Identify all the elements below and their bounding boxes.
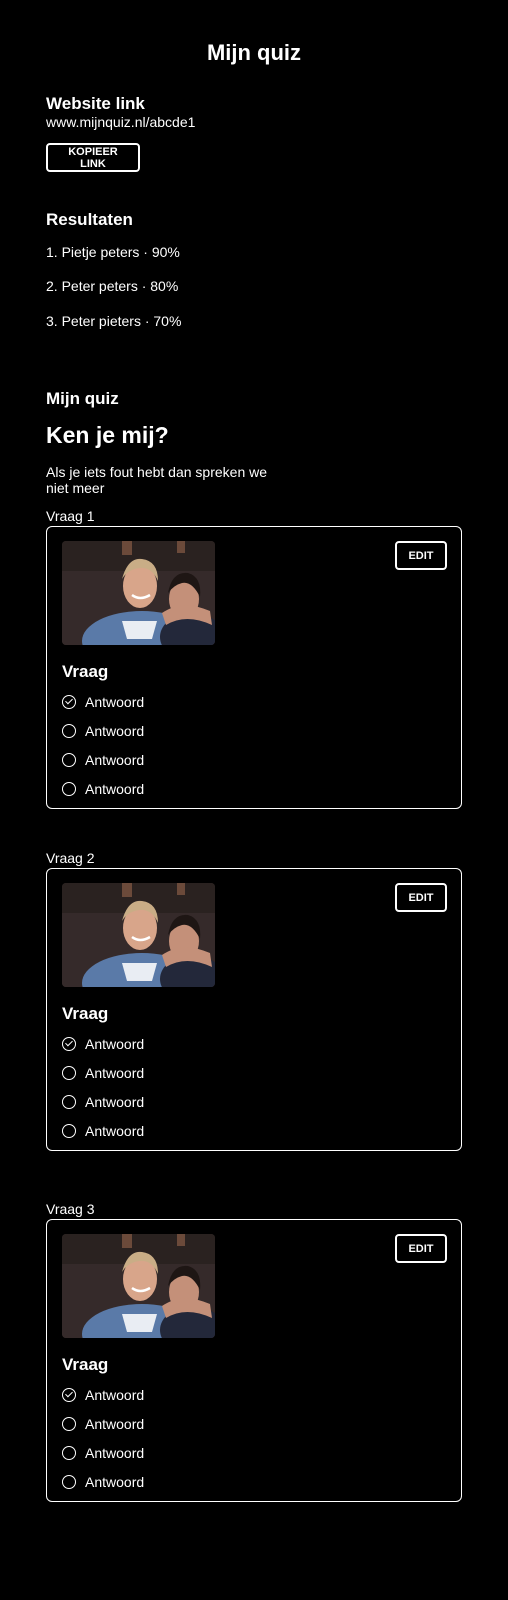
quiz-description: Als je iets fout hebt dan spreken we nie…: [46, 464, 268, 496]
answer-list: Antwoord Antwoord Antwoord Antwoord: [62, 1380, 144, 1496]
page-title: Mijn quiz: [206, 40, 302, 65]
question-label: Vraag 3: [46, 1201, 95, 1217]
results-heading: Resultaten: [46, 210, 133, 229]
answer-text: Antwoord: [85, 1093, 145, 1110]
answer-option[interactable]: Antwoord: [62, 687, 144, 716]
question-photo: [62, 541, 215, 645]
check-circle-icon[interactable]: [62, 1387, 76, 1402]
radio-circle-icon[interactable]: [62, 723, 76, 738]
radio-circle-icon[interactable]: [62, 1416, 76, 1431]
radio-circle-icon[interactable]: [62, 1123, 76, 1138]
answer-option[interactable]: Antwoord: [62, 716, 144, 745]
answer-option[interactable]: Antwoord: [62, 1380, 144, 1409]
answer-option[interactable]: Antwoord: [62, 1087, 144, 1116]
answer-option[interactable]: Antwoord: [62, 1438, 144, 1467]
question-card: EDIT Vraag Antwoord Antwoord Antwoord Antwoor…: [46, 868, 462, 1151]
question-photo-graphic: [62, 883, 215, 987]
my-quiz-heading: Mijn quiz: [46, 389, 119, 408]
result-item: 3. Peter pieters · 70%: [46, 313, 182, 329]
radio-circle-icon[interactable]: [62, 1094, 76, 1109]
radio-circle-icon[interactable]: [62, 781, 76, 796]
radio-circle-icon[interactable]: [62, 1445, 76, 1460]
edit-question-button[interactable]: EDIT: [395, 1234, 447, 1263]
answer-list: Antwoord Antwoord Antwoord Antwoord: [62, 1029, 144, 1145]
question-photo: [62, 883, 215, 987]
check-circle-icon[interactable]: [62, 694, 76, 709]
result-item: 1. Pietje peters · 90%: [46, 244, 180, 260]
quiz-title: Ken je mij?: [46, 422, 169, 448]
answer-list: Antwoord Antwoord Antwoord Antwoord: [62, 687, 144, 803]
answer-text: Antwoord: [85, 1064, 145, 1081]
question-label: Vraag 1: [46, 508, 95, 524]
question-label: Vraag 2: [46, 850, 95, 866]
answer-text: Antwoord: [85, 751, 145, 768]
answer-text: Antwoord: [85, 1415, 145, 1432]
question-title: Vraag: [62, 1355, 109, 1374]
question-title: Vraag: [62, 1004, 109, 1023]
result-item: 2. Peter peters · 80%: [46, 278, 179, 294]
answer-text: Antwoord: [85, 722, 145, 739]
edit-question-button[interactable]: EDIT: [395, 883, 447, 912]
website-url: www.mijnquiz.nl/abcde1: [46, 114, 196, 130]
question-photo-graphic: [62, 1234, 215, 1338]
answer-option[interactable]: Antwoord: [62, 745, 144, 774]
answer-text: Antwoord: [85, 1386, 145, 1403]
question-card: EDIT Vraag Antwoord Antwoord Antwoord Antwoor…: [46, 1219, 462, 1502]
radio-circle-icon[interactable]: [62, 1065, 76, 1080]
answer-text: Antwoord: [85, 1035, 145, 1052]
answer-text: Antwoord: [85, 1473, 145, 1490]
answer-option[interactable]: Antwoord: [62, 1409, 144, 1438]
answer-option[interactable]: Antwoord: [62, 1058, 144, 1087]
answer-text: Antwoord: [85, 780, 145, 797]
copy-link-button[interactable]: KOPIEER LINK: [46, 143, 140, 172]
answer-text: Antwoord: [85, 1444, 145, 1461]
answer-option[interactable]: Antwoord: [62, 774, 144, 803]
question-photo-graphic: [62, 541, 215, 645]
question-title: Vraag: [62, 662, 109, 681]
question-photo: [62, 1234, 215, 1338]
answer-text: Antwoord: [85, 1122, 145, 1139]
question-card: EDIT Vraag Antwoord Antwoord Antwoord Antwoor…: [46, 526, 462, 809]
answer-option[interactable]: Antwoord: [62, 1467, 144, 1496]
website-link-heading: Website link: [46, 94, 145, 113]
answer-option[interactable]: Antwoord: [62, 1029, 144, 1058]
radio-circle-icon[interactable]: [62, 752, 76, 767]
radio-circle-icon[interactable]: [62, 1474, 76, 1489]
edit-question-button[interactable]: EDIT: [395, 541, 447, 570]
check-circle-icon[interactable]: [62, 1036, 76, 1051]
answer-text: Antwoord: [85, 693, 145, 710]
answer-option[interactable]: Antwoord: [62, 1116, 144, 1145]
